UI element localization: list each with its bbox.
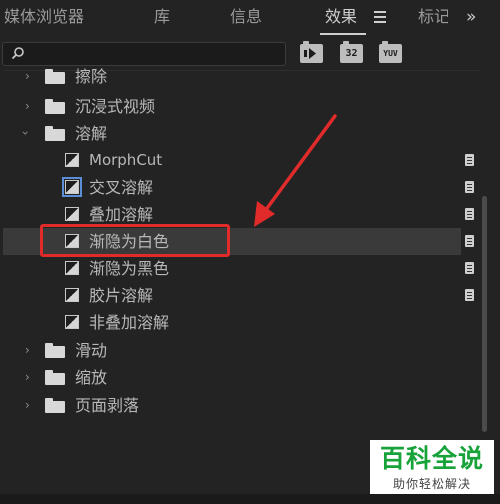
folder-row-immersive-video[interactable]: › 沉浸式视频 (3, 93, 461, 120)
transition-icon (65, 207, 79, 221)
panel-bottom-edge (0, 494, 500, 504)
expand-chevron-icon[interactable]: › (25, 98, 30, 114)
folder-row-dissolve[interactable]: › 溶解 (3, 120, 461, 147)
effect-label: 非叠加溶解 (89, 313, 170, 332)
watermark-logo: 百科全说 助你轻松解决 (370, 440, 494, 496)
effect-label: MorphCut (89, 151, 163, 169)
effect-label: 胶片溶解 (89, 286, 154, 305)
folder-row-page-peel[interactable]: › 页面剥落 (3, 392, 461, 419)
folder-row-wipe[interactable]: › 擦除 (3, 63, 461, 90)
default-transition-icon (62, 177, 82, 197)
effect-row-morphcut[interactable]: MorphCut (3, 147, 474, 174)
effects-tree-panel: › 擦除 › 沉浸式视频 › 溶解 MorphCut 交叉溶解 叠加溶解 渐隐为… (3, 67, 489, 495)
folder-label: 溶解 (75, 124, 108, 143)
active-tab-indicator (320, 33, 366, 35)
expand-chevron-icon[interactable]: › (25, 397, 30, 413)
panel-menu-icon[interactable] (374, 9, 386, 25)
effect-label: 渐隐为黑色 (89, 259, 170, 278)
folder-label: 滑动 (75, 341, 108, 360)
gpu-badge-icon (465, 262, 474, 274)
scrollbar-thumb[interactable] (482, 196, 487, 432)
search-input[interactable] (29, 43, 279, 65)
folder-label: 缩放 (75, 368, 108, 387)
yuv-filter-button[interactable]: YUV (379, 41, 402, 63)
transition-icon (65, 315, 79, 329)
expand-chevron-icon[interactable]: › (25, 369, 30, 385)
collapse-chevron-icon[interactable]: › (17, 131, 33, 136)
gpu-badge-icon (465, 154, 474, 166)
watermark-subtitle: 助你轻松解决 (392, 477, 471, 491)
transition-icon (65, 261, 79, 275)
expand-chevron-icon[interactable]: › (25, 342, 30, 358)
folder-icon (45, 398, 65, 413)
effect-row-dip-to-black[interactable]: 渐隐为黑色 (3, 255, 474, 282)
gpu-badge-icon (465, 181, 474, 193)
overflow-chevron-icon[interactable]: » (466, 6, 476, 28)
tab-libraries[interactable]: 库 (154, 6, 170, 28)
folder-icon (45, 370, 65, 385)
folder-row-zoom[interactable]: › 缩放 (3, 364, 461, 391)
folder-row-slide[interactable]: › 滑动 (3, 337, 461, 364)
transition-icon (65, 153, 79, 167)
folder-icon (45, 343, 65, 358)
panel-tab-bar: 媒体浏览器 库 信息 效果 标记 » (0, 0, 500, 36)
effect-row-cross-dissolve[interactable]: 交叉溶解 (3, 174, 474, 201)
folder-label: 页面剥落 (75, 396, 140, 415)
folder-icon (45, 99, 65, 114)
gpu-badge-icon (465, 208, 474, 220)
tab-markers[interactable]: 标记 (418, 6, 448, 28)
accelerated-effects-filter-icon[interactable] (300, 41, 323, 63)
effect-row-film-dissolve[interactable]: 胶片溶解 (3, 282, 474, 309)
32bit-filter-button[interactable]: 32 (340, 41, 363, 63)
search-icon (11, 47, 24, 60)
tab-media-browser[interactable]: 媒体浏览器 (4, 6, 84, 28)
gpu-badge-icon (465, 235, 474, 247)
folder-label: 沉浸式视频 (75, 97, 156, 116)
annotation-highlight-box (40, 224, 230, 257)
gpu-badge-icon (465, 289, 474, 301)
effect-row-non-additive-dissolve[interactable]: 非叠加溶解 (3, 309, 461, 336)
folder-icon (45, 126, 65, 141)
effect-label: 交叉溶解 (89, 178, 154, 197)
expand-chevron-icon[interactable]: › (25, 68, 30, 84)
folder-icon (45, 69, 65, 84)
tab-effects[interactable]: 效果 (325, 6, 357, 28)
tab-info[interactable]: 信息 (230, 6, 262, 28)
effect-label: 叠加溶解 (89, 205, 154, 224)
folder-label: 擦除 (75, 67, 108, 86)
watermark-title: 百科全说 (379, 444, 484, 473)
transition-icon (65, 288, 79, 302)
